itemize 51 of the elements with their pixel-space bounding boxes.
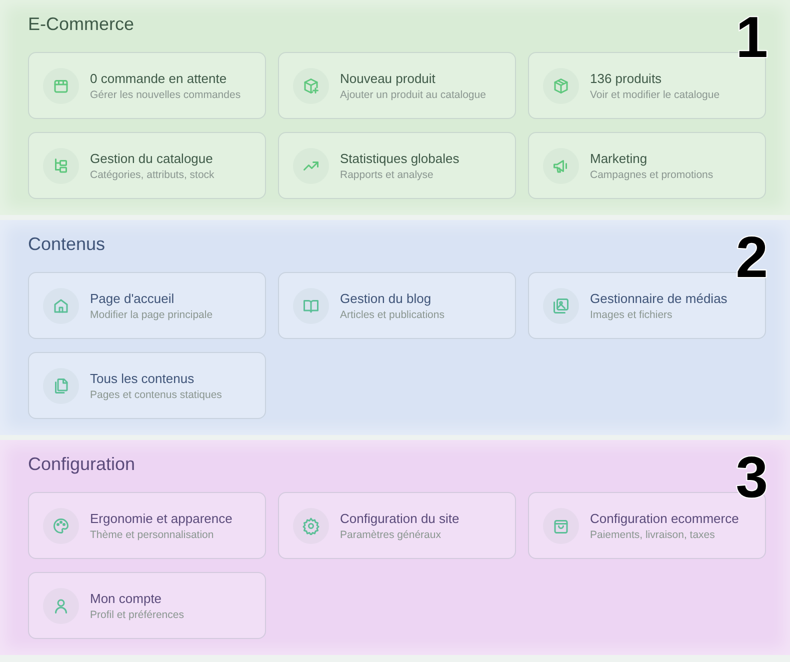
- shortcut-card[interactable]: Nouveau produit Ajouter un produit au catalogue: [278, 52, 516, 119]
- card-title: Configuration ecommerce: [590, 510, 739, 526]
- section-title: Contenus: [28, 233, 106, 256]
- card-subtitle: Ajouter un produit au catalogue: [340, 88, 486, 100]
- card-title: Configuration du site: [340, 510, 460, 526]
- card-title: Gestionnaire de médias: [590, 290, 728, 306]
- card-title: Marketing: [590, 150, 648, 166]
- shortcut-card[interactable]: Tous les contenus Pages et contenus statiques: [28, 352, 266, 419]
- shortcut-card[interactable]: Page d'accueil Modifier la page principale: [28, 272, 266, 339]
- card-title: Gestion du catalogue: [90, 150, 214, 166]
- card-title: Gestion du blog: [340, 290, 432, 306]
- card-subtitle: Rapports et analyse: [340, 168, 434, 180]
- card-title: Nouveau produit: [340, 70, 436, 86]
- shortcut-card[interactable]: Statistiques globales Rapports et analyse: [278, 132, 516, 199]
- card-title: Ergonomie et apparence: [90, 510, 232, 526]
- palette-icon: [52, 516, 70, 534]
- card-subtitle: Articles et publications: [340, 308, 444, 320]
- card-subtitle: Catégories, attributs, stock: [90, 168, 214, 180]
- shortcut-card[interactable]: Gestion du catalogue Catégories, attributs, stock: [28, 132, 266, 199]
- card-subtitle: Gérer les nouvelles commandes: [90, 88, 241, 100]
- home-icon: [52, 296, 70, 314]
- shortcut-card[interactable]: 0 commande en attente Gérer les nouvelles commandes: [28, 52, 266, 119]
- card-subtitle: Pages et contenus statiques: [90, 388, 222, 400]
- section-title: E-Commerce: [28, 13, 136, 36]
- card-subtitle: Modifier la page principale: [90, 308, 213, 320]
- card-title: Statistiques globales: [340, 150, 460, 166]
- gear-icon: [302, 516, 320, 534]
- card-subtitle: Campagnes et promotions: [590, 168, 714, 180]
- card-title: 136 produits: [590, 70, 663, 86]
- card-title: Tous les contenus: [90, 370, 196, 386]
- section-title: Configuration: [28, 453, 136, 476]
- files-icon: [52, 376, 70, 394]
- folder-tree-icon: [52, 156, 70, 174]
- card-title: Page d'accueil: [90, 290, 176, 306]
- user-icon: [52, 596, 70, 614]
- shortcut-card[interactable]: Marketing Campagnes et promotions: [528, 132, 766, 199]
- card-subtitle: Images et fichiers: [590, 308, 674, 320]
- images-icon: [552, 296, 570, 314]
- shortcut-card[interactable]: Configuration du site Paramètres généraux: [278, 492, 516, 559]
- card-title: 0 commande en attente: [90, 70, 228, 86]
- card-subtitle: Paramètres généraux: [340, 528, 442, 540]
- card-title: Mon compte: [90, 590, 163, 606]
- card-subtitle: Profil et préférences: [90, 608, 184, 620]
- shortcut-card[interactable]: Ergonomie et apparence Thème et personnalisation: [28, 492, 266, 559]
- card-subtitle: Paiements, livraison, taxes: [590, 528, 716, 540]
- package-plus-icon: [302, 76, 320, 94]
- card-subtitle: Thème et personnalisation: [90, 528, 215, 540]
- card-subtitle: Voir et modifier le catalogue: [590, 88, 720, 100]
- shortcut-card[interactable]: Gestion du blog Articles et publications: [278, 272, 516, 339]
- package-icon: [552, 76, 570, 94]
- shortcut-card[interactable]: Mon compte Profil et préférences: [28, 572, 266, 639]
